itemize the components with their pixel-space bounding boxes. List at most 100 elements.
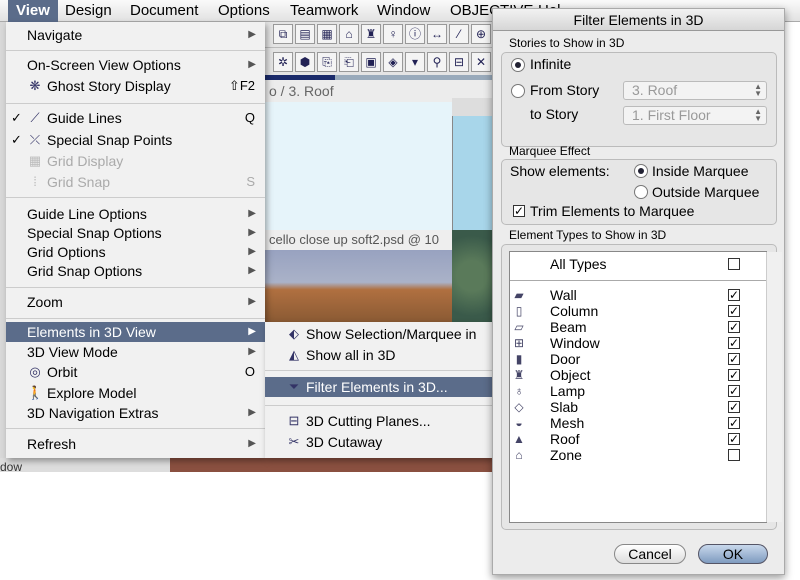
- element-type-row-wall[interactable]: ▰ Wall ✓: [510, 287, 750, 303]
- element-type-checkbox[interactable]: ✓: [728, 433, 740, 445]
- menu-item-elements-in-3d-view[interactable]: Elements in 3D View ▶: [6, 322, 265, 342]
- element-type-row-roof[interactable]: ▲ Roof ✓: [510, 431, 750, 447]
- menu-item-on-screen-view-options[interactable]: On-Screen View Options ▶: [6, 55, 265, 75]
- element-type-row-window[interactable]: ⊞ Window ✓: [510, 335, 750, 351]
- menu-document[interactable]: Document: [122, 0, 206, 22]
- menu-teamwork[interactable]: Teamwork: [282, 0, 366, 22]
- element-type-row-beam[interactable]: ▱ Beam ✓: [510, 319, 750, 335]
- trim-label: Trim Elements to Marquee: [530, 203, 695, 219]
- menu-item-label: Navigate: [27, 27, 83, 43]
- element-type-row-slab[interactable]: ◇ Slab ✓: [510, 399, 750, 415]
- menu-design[interactable]: Design: [57, 0, 120, 22]
- menu-item-show-selection-marquee-in[interactable]: ⬖ Show Selection/Marquee in: [265, 324, 492, 344]
- tool-button[interactable]: ⎗: [339, 52, 359, 72]
- menu-item-3d-navigation-extras[interactable]: 3D Navigation Extras ▶: [6, 403, 265, 423]
- all-types-checkbox[interactable]: [728, 258, 740, 270]
- menu-item-special-snap-points[interactable]: ✓ ⤫ Special Snap Points: [6, 130, 265, 150]
- from-story-select[interactable]: 3. Roof ▲ ▼: [623, 81, 767, 100]
- all-types-row[interactable]: All Types: [510, 256, 750, 272]
- inside-marquee-radio[interactable]: [634, 164, 648, 178]
- cancel-button[interactable]: Cancel: [614, 544, 686, 564]
- menu-item-filter-elements-in-3d[interactable]: ⏷ Filter Elements in 3D...: [265, 377, 492, 397]
- element-type-checkbox[interactable]: ✓: [728, 369, 740, 381]
- stepper-arrows-icon: ▲ ▼: [754, 82, 762, 98]
- element-type-checkbox[interactable]: [728, 449, 740, 461]
- menu-item-guide-lines[interactable]: ✓ ⟋ Guide Lines Q: [6, 108, 265, 128]
- element-type-row-door[interactable]: ▮ Door ✓: [510, 351, 750, 367]
- element-type-checkbox[interactable]: ✓: [728, 305, 740, 317]
- infinite-radio[interactable]: [511, 58, 525, 72]
- menu-item-3d-cutting-planes[interactable]: ⊟ 3D Cutting Planes...: [265, 411, 492, 431]
- menu-item-3d-cutaway[interactable]: ✂ 3D Cutaway: [265, 432, 492, 452]
- ok-button[interactable]: OK: [698, 544, 768, 564]
- element-type-checkbox[interactable]: ✓: [728, 353, 740, 365]
- menu-item-label: Grid Snap: [47, 174, 111, 190]
- element-type-row-zone[interactable]: ⌂ Zone: [510, 447, 750, 463]
- tool-button[interactable]: ✲: [273, 52, 293, 72]
- from-story-radio[interactable]: [511, 84, 525, 98]
- tool-button[interactable]: ⬢: [295, 52, 315, 72]
- tool-button[interactable]: ♜: [361, 24, 381, 44]
- tool-button[interactable]: ⌂: [339, 24, 359, 44]
- menu-item-show-all-in-3d[interactable]: ◭ Show all in 3D: [265, 345, 492, 365]
- element-type-checkbox[interactable]: ✓: [728, 321, 740, 333]
- menu-item-3d-view-mode[interactable]: 3D View Mode ▶: [6, 342, 265, 362]
- trim-checkbox[interactable]: ✓: [513, 205, 525, 217]
- tool-button[interactable]: ⎘: [317, 52, 337, 72]
- element-types-list[interactable]: All Types ▰ Wall ✓ ▯ Column ✓ ▱ Beam ✓ ⊞ Window ✓ ▮ D…: [509, 251, 782, 523]
- menu-item-special-snap-options[interactable]: Special Snap Options ▶: [6, 223, 265, 243]
- menu-view[interactable]: View: [8, 0, 58, 22]
- tool-button[interactable]: ▤: [295, 24, 315, 44]
- menu-options[interactable]: Options: [210, 0, 278, 22]
- menu-item-ghost-story-display[interactable]: ❋ Ghost Story Display ⇧F2: [6, 76, 265, 96]
- to-story-select[interactable]: 1. First Floor ▲ ▼: [623, 106, 767, 125]
- tool-button[interactable]: ♀: [383, 24, 403, 44]
- element-type-row-mesh[interactable]: ◒ Mesh ✓: [510, 415, 750, 431]
- tool-button[interactable]: ◈: [383, 52, 403, 72]
- tool-button[interactable]: ▣: [361, 52, 381, 72]
- menu-item-orbit[interactable]: ◎ Orbit O: [6, 362, 265, 382]
- menu-item-explore-model[interactable]: 🚶 Explore Model: [6, 383, 265, 403]
- inside-marquee-label: Inside Marquee: [652, 163, 749, 179]
- tool-button[interactable]: ⊟: [449, 52, 469, 72]
- app-bottom-label: dow: [0, 460, 23, 474]
- menu-item-label: Show Selection/Marquee in: [306, 326, 477, 342]
- menu-item-grid-options[interactable]: Grid Options ▶: [6, 242, 265, 262]
- tool-button[interactable]: ⁄: [449, 24, 469, 44]
- element-type-row-object[interactable]: ♜ Object ✓: [510, 367, 750, 383]
- menu-item-label: Show all in 3D: [306, 347, 396, 363]
- tool-button[interactable]: ⓘ: [405, 24, 425, 44]
- floor-plan-canvas[interactable]: [265, 102, 455, 230]
- tool-button[interactable]: ✕: [471, 52, 491, 72]
- submenu-arrow-icon: ▶: [248, 227, 256, 238]
- view-menu: Navigate ▶ On-Screen View Options ▶ ❋ Ghost S…: [6, 22, 265, 458]
- window-icon: ⊞: [513, 336, 525, 350]
- menu-item-refresh[interactable]: Refresh ▶: [6, 434, 265, 454]
- element-type-checkbox[interactable]: ✓: [728, 385, 740, 397]
- tool-button[interactable]: ▦: [317, 24, 337, 44]
- tool-button[interactable]: ⧉: [273, 24, 293, 44]
- element-type-row-column[interactable]: ▯ Column ✓: [510, 303, 750, 319]
- menu-item-grid-snap-options[interactable]: Grid Snap Options ▶: [6, 261, 265, 281]
- mesh-icon: ◒: [515, 416, 523, 430]
- outside-marquee-radio[interactable]: [634, 185, 648, 199]
- list-scrollbar[interactable]: [766, 252, 782, 522]
- menu-item-navigate[interactable]: Navigate ▶: [6, 25, 265, 45]
- from-story-value: 3. Roof: [632, 82, 678, 98]
- marquee-group-label: Marquee Effect: [509, 144, 591, 158]
- menu-window[interactable]: Window: [369, 0, 438, 22]
- tool-button[interactable]: ⚲: [427, 52, 447, 72]
- element-type-checkbox[interactable]: ✓: [728, 401, 740, 413]
- tool-button[interactable]: ⊕: [471, 24, 491, 44]
- tool-button[interactable]: ↔: [427, 24, 447, 44]
- element-type-checkbox[interactable]: ✓: [728, 337, 740, 349]
- element-type-checkbox[interactable]: ✓: [728, 417, 740, 429]
- element-type-name: Lamp: [550, 383, 586, 399]
- element-type-row-lamp[interactable]: ♁ Lamp ✓: [510, 383, 750, 399]
- menu-item-guide-line-options[interactable]: Guide Line Options ▶: [6, 204, 265, 224]
- menu-item-grid-display: ▦ Grid Display: [6, 151, 265, 171]
- element-type-checkbox[interactable]: ✓: [728, 289, 740, 301]
- menu-item-zoom[interactable]: Zoom ▶: [6, 292, 265, 312]
- tool-button[interactable]: ▾: [405, 52, 425, 72]
- elements-in-3d-submenu: ⬖ Show Selection/Marquee in ◭ Show all in 3…: [265, 322, 492, 458]
